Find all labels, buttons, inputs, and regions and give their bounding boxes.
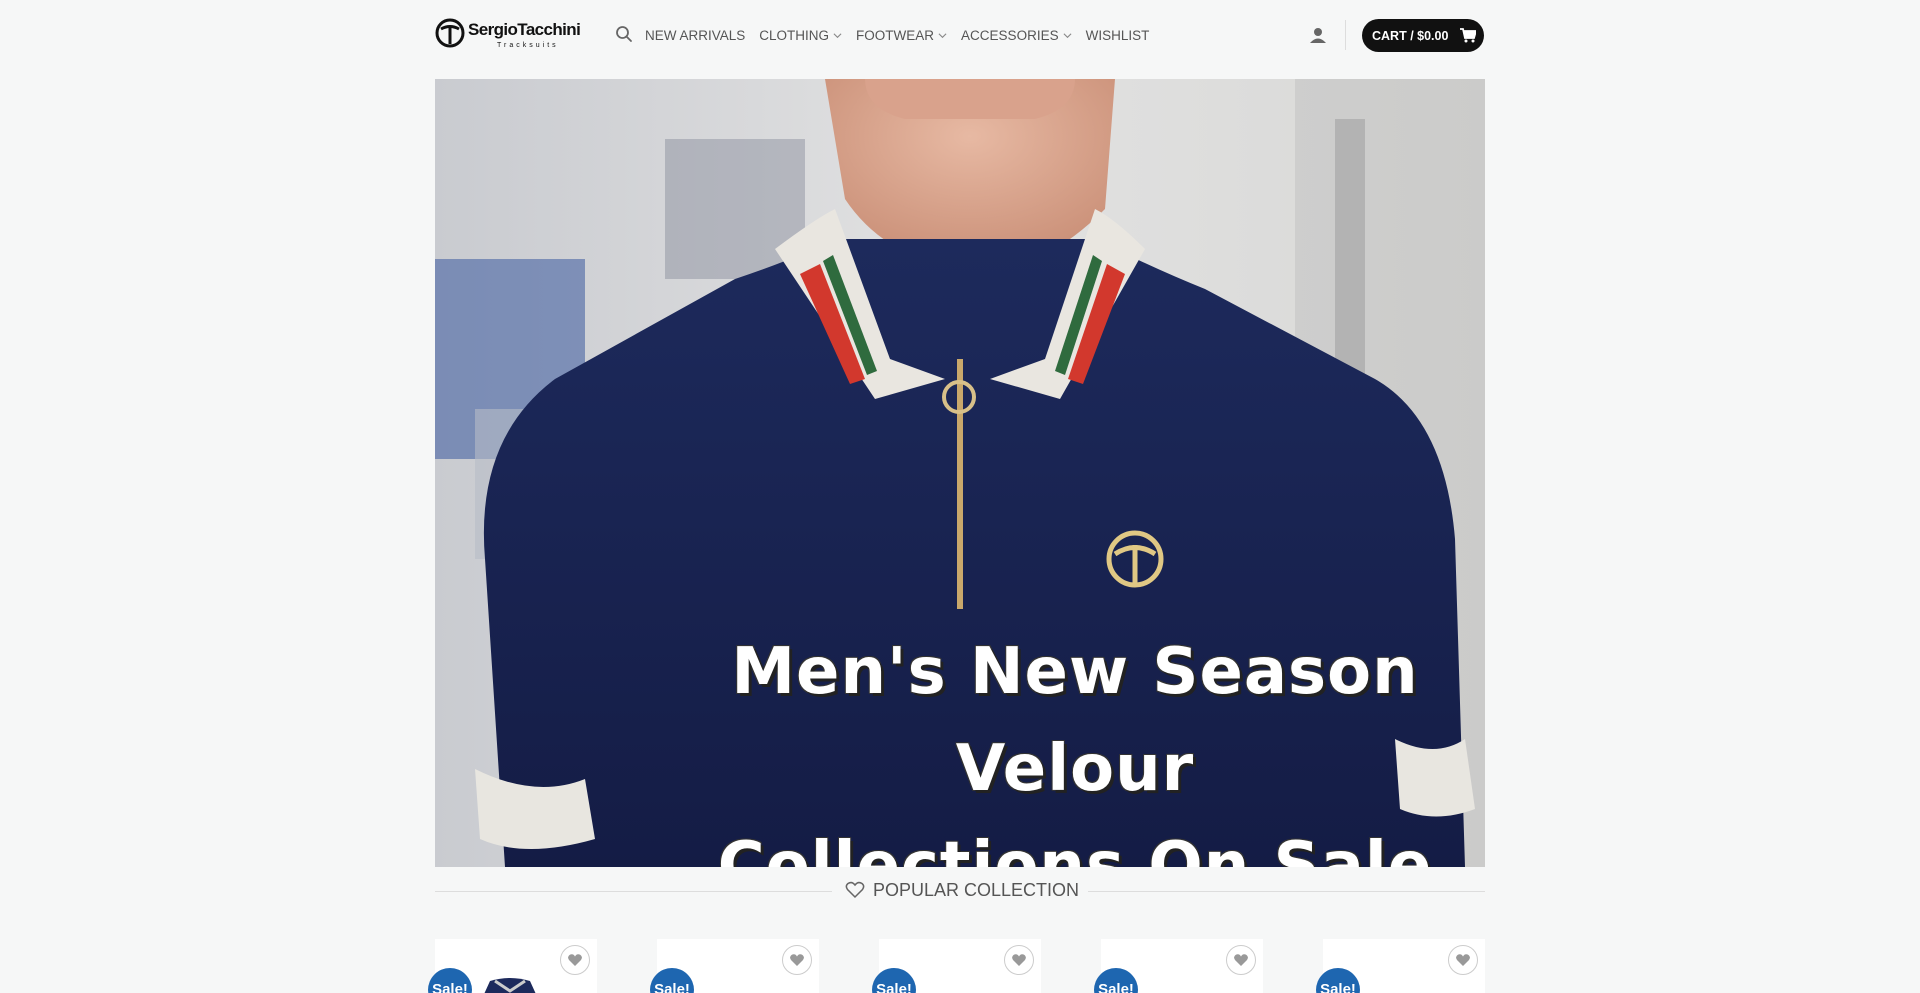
search-icon[interactable] [615, 25, 633, 43]
divider-line [1088, 891, 1485, 892]
main-nav: NEW ARRIVALS CLOTHING FOOTWEAR ACCESSORI… [645, 0, 1163, 70]
sale-badge: Sale! [872, 968, 916, 993]
account-icon[interactable] [1309, 26, 1327, 44]
section-title-label: POPULAR COLLECTION [873, 880, 1080, 900]
nav-item-label: CLOTHING [759, 27, 830, 43]
cart-label: CART / $0.00 [1372, 28, 1449, 43]
product-thumbnail [484, 978, 536, 993]
site-header: SergioTacchini Tracksuits NEW ARRIVALS C… [435, 0, 1485, 70]
product-card[interactable]: Sale! [1094, 939, 1263, 993]
product-card[interactable]: Sale! [1316, 939, 1485, 993]
cart-button[interactable]: CART / $0.00 [1362, 19, 1484, 52]
nav-item-label: ACCESSORIES [961, 27, 1059, 43]
nav-item-accessories[interactable]: ACCESSORIES [961, 28, 1072, 43]
product-card[interactable]: Sale! [428, 939, 597, 993]
brand-name: SergioTacchini [468, 20, 581, 39]
sergio-tacchini-logo-icon [435, 18, 465, 48]
hero-title: Men's New Season Velour Collections On S… [685, 624, 1465, 867]
hero-title-line-2: Collections On Sale [717, 829, 1433, 867]
heart-icon [1234, 954, 1248, 966]
hero-title-line-1: Men's New Season Velour [731, 635, 1419, 806]
brand-logo[interactable]: SergioTacchini Tracksuits [435, 16, 587, 56]
heart-icon [1456, 954, 1470, 966]
chevron-down-icon [1063, 32, 1072, 38]
nav-item-new-arrivals[interactable]: NEW ARRIVALS [645, 28, 745, 43]
chevron-down-icon [938, 32, 947, 38]
wishlist-button[interactable] [560, 945, 590, 975]
heart-icon [568, 954, 582, 966]
wishlist-button[interactable] [1226, 945, 1256, 975]
nav-item-label: NEW ARRIVALS [645, 27, 746, 43]
section-title: POPULAR COLLECTION [435, 878, 1485, 904]
nav-item-clothing[interactable]: CLOTHING [759, 28, 842, 43]
shopping-cart-icon [1460, 28, 1476, 43]
hero-banner[interactable]: Men's New Season Velour Collections On S… [435, 79, 1485, 867]
chevron-down-icon [833, 32, 842, 38]
product-card[interactable]: Sale! [650, 939, 819, 993]
product-card[interactable]: Sale! [872, 939, 1041, 993]
sale-badge: Sale! [1094, 968, 1138, 993]
heart-icon [845, 881, 865, 899]
wishlist-button[interactable] [782, 945, 812, 975]
wishlist-button[interactable] [1448, 945, 1478, 975]
nav-item-label: WISHLIST [1085, 27, 1150, 43]
nav-item-wishlist[interactable]: WISHLIST [1086, 28, 1150, 43]
nav-item-footwear[interactable]: FOOTWEAR [856, 28, 947, 43]
wishlist-button[interactable] [1004, 945, 1034, 975]
sale-badge: Sale! [650, 968, 694, 993]
header-divider [1345, 20, 1346, 50]
brand-tagline: Tracksuits [497, 42, 559, 49]
divider-line [435, 891, 832, 892]
heart-icon [790, 954, 804, 966]
sale-badge: Sale! [428, 968, 472, 993]
nav-item-label: FOOTWEAR [856, 27, 935, 43]
heart-icon [1012, 954, 1026, 966]
sale-badge: Sale! [1316, 968, 1360, 993]
